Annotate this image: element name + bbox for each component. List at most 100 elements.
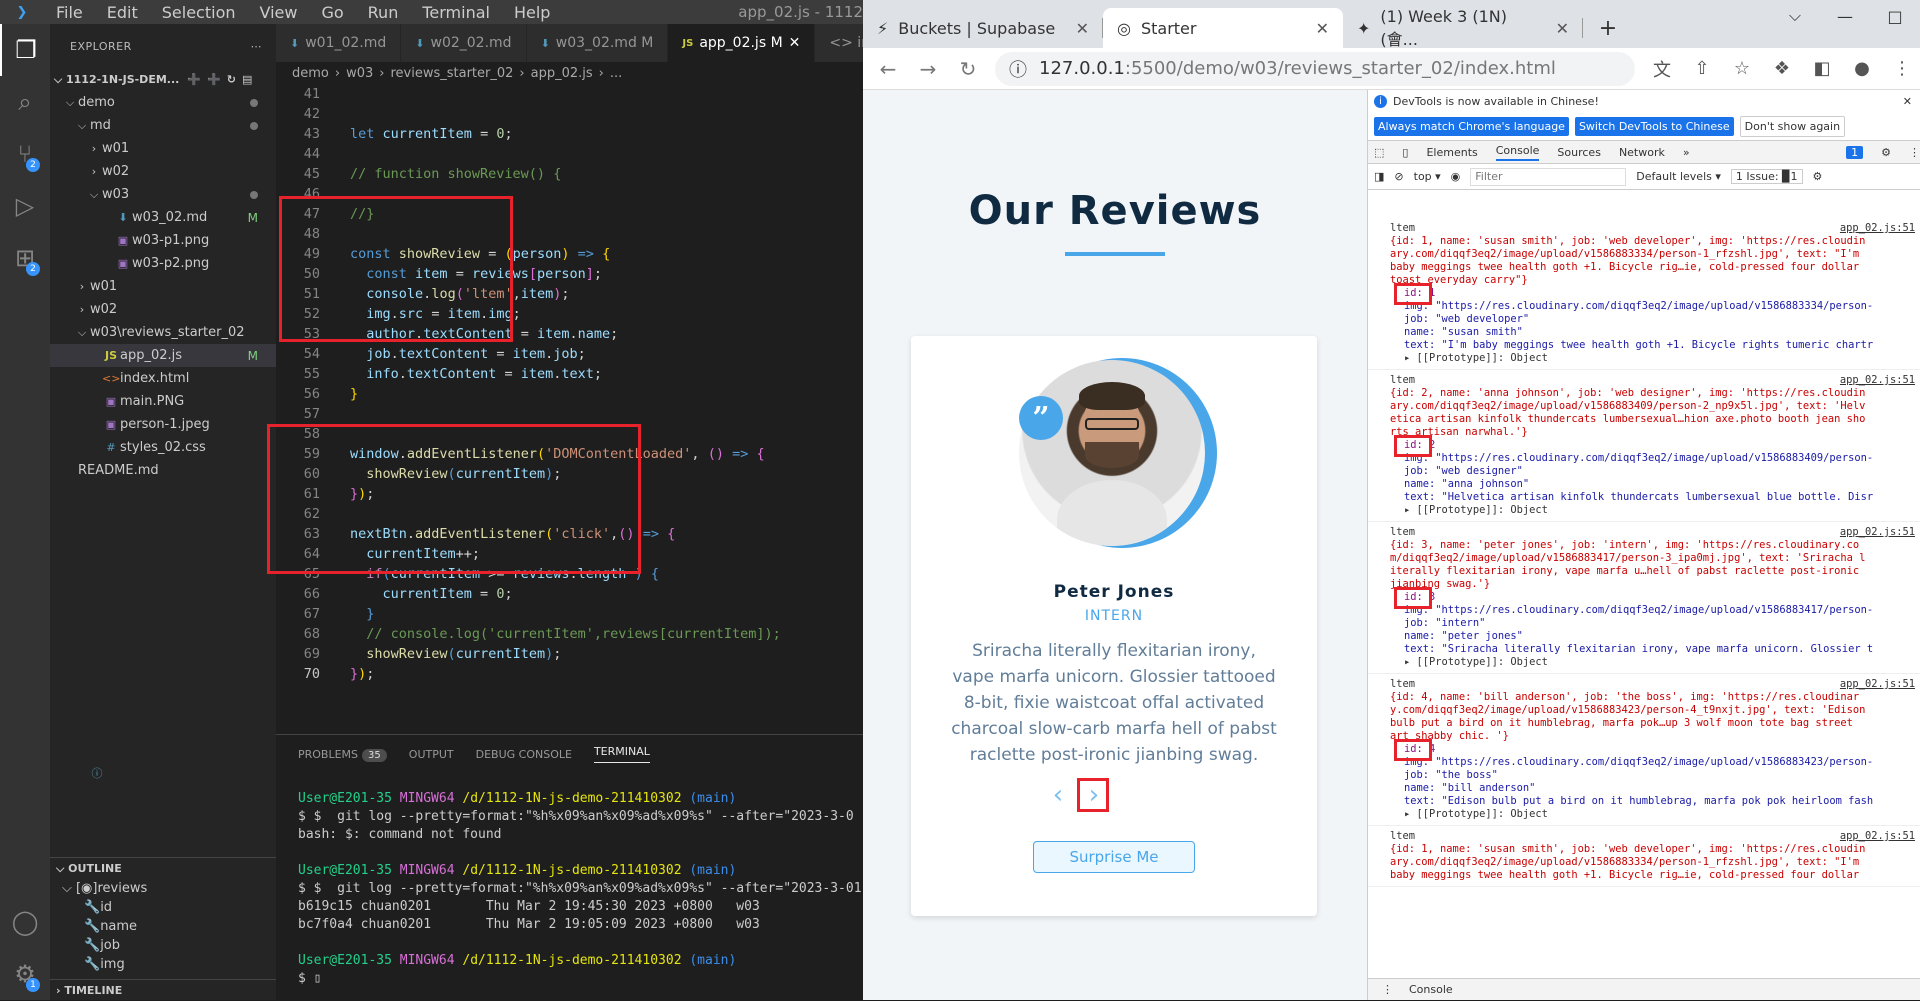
tree-item[interactable]: ⌵ w03 — [50, 183, 276, 206]
prev-button[interactable]: ‹ — [1043, 780, 1073, 810]
filter-input[interactable]: Filter — [1470, 167, 1627, 186]
console-source-link[interactable]: app_02.js:51 — [1840, 526, 1915, 538]
console-message[interactable]: ltem app_02.js:51 {id: 1, name: 'susan smi… — [1368, 218, 1920, 370]
tree-item[interactable]: # styles_02.css — [50, 436, 276, 459]
menu-item-selection[interactable]: Selection — [150, 3, 248, 22]
editor-tab-overflow[interactable]: <> ir — [815, 24, 863, 62]
explorer-toolbar-icons[interactable]: ➕➕↻▤ — [187, 73, 258, 86]
sidebar-toggle-icon[interactable]: ◨ — [1374, 170, 1384, 183]
tree-item[interactable]: ⬇ w03_02.md M — [50, 206, 276, 229]
console-message[interactable]: ltem app_02.js:51 {id: 2, name: 'anna john… — [1368, 370, 1920, 522]
settings-gear-icon[interactable]: ⚙ 1 — [0, 948, 50, 1000]
breadcrumb-item[interactable]: ... — [610, 66, 622, 81]
clear-console-icon[interactable]: ⊘ — [1394, 170, 1403, 183]
dont-show-again-button[interactable]: Don't show again — [1739, 115, 1846, 137]
back-icon[interactable]: ← — [875, 57, 901, 81]
settings-icon[interactable]: ⚙ — [1881, 146, 1891, 159]
devtools-tab-2[interactable]: Sources — [1557, 146, 1601, 159]
console-messages[interactable]: ltem app_02.js:51 {id: 1, name: 'susan smi… — [1368, 218, 1920, 978]
surprise-button[interactable]: Surprise Me — [1033, 841, 1195, 873]
extensions-puzzle-icon[interactable]: ❖ — [1769, 58, 1795, 79]
tree-item[interactable]: ▣ w03-p1.png — [50, 229, 276, 252]
tree-item[interactable]: ▣ main.PNG — [50, 390, 276, 413]
close-icon[interactable]: ✕ — [789, 35, 801, 51]
tab-terminal[interactable]: TERMINAL — [593, 745, 650, 763]
console-source-link[interactable]: app_02.js:51 — [1840, 374, 1915, 386]
close-tab-icon[interactable]: ✕ — [1076, 19, 1089, 38]
search-icon[interactable]: ⌕ — [0, 76, 50, 128]
breadcrumb-item[interactable]: reviews_starter_02 — [390, 66, 513, 81]
tab-output[interactable]: OUTPUT — [409, 748, 454, 761]
tab-search-icon[interactable]: ⌵ — [1770, 0, 1820, 32]
tab-debug-console[interactable]: DEBUG CONSOLE — [476, 748, 572, 761]
menu-item-run[interactable]: Run — [356, 3, 411, 22]
tree-item[interactable]: <> index.html — [50, 367, 276, 390]
browser-tab[interactable]: ◎ Starter ✕ — [1103, 8, 1343, 48]
tree-item[interactable]: ⌵ md — [50, 114, 276, 137]
tree-item[interactable]: ⌵ w03\reviews_starter_02 — [50, 321, 276, 344]
tree-item[interactable]: JS app_02.js M — [50, 344, 276, 367]
minimize-icon[interactable]: — — [1820, 0, 1870, 32]
more-icon[interactable]: ⋮ — [1909, 146, 1920, 159]
breadcrumb-item[interactable]: app_02.js — [531, 66, 593, 81]
editor-tab[interactable]: ⬇ w02_02.md — [401, 24, 527, 62]
outline-item[interactable]: 🔧 name — [50, 917, 276, 936]
issues-button[interactable]: 1 Issue: ▉1 — [1730, 169, 1803, 184]
outline-item[interactable]: 🔧 id — [50, 898, 276, 917]
menu-item-view[interactable]: View — [248, 3, 310, 22]
run-debug-icon[interactable]: ▷ — [0, 180, 50, 232]
console-source-link[interactable]: app_02.js:51 — [1840, 830, 1915, 842]
always-match-language-button[interactable]: Always match Chrome's language — [1374, 116, 1569, 136]
editor-tab[interactable]: ⬇ w03_02.md M — [526, 24, 669, 62]
side-panel-icon[interactable]: ◧ — [1809, 58, 1835, 79]
maximize-icon[interactable]: □ — [1870, 0, 1920, 32]
tab-problems[interactable]: PROBLEMS 35 — [298, 748, 387, 762]
console-settings-icon[interactable]: ⚙ — [1813, 170, 1823, 183]
console-message[interactable]: ltem app_02.js:51 {id: 1, name: 'susan smi… — [1368, 826, 1920, 887]
new-tab-icon[interactable]: + — [1583, 8, 1633, 48]
device-toolbar-icon[interactable]: ▯ — [1402, 146, 1408, 159]
menu-item-terminal[interactable]: Terminal — [410, 3, 502, 22]
more-actions-icon[interactable]: ⋯ — [251, 40, 263, 53]
account-icon[interactable]: ◯ — [0, 896, 50, 948]
editor-tab[interactable]: ⬇ w01_02.md — [276, 24, 402, 62]
devtools-tab-0[interactable]: Elements — [1426, 146, 1477, 159]
profile-icon[interactable]: ● — [1849, 58, 1875, 79]
breadcrumb-item[interactable]: demo — [292, 66, 329, 81]
console-source-link[interactable]: app_02.js:51 — [1840, 678, 1915, 690]
outline-header[interactable]: ⌵ OUTLINE — [50, 857, 276, 879]
tree-item[interactable]: ▣ person-1.jpeg — [50, 413, 276, 436]
browser-tab[interactable]: ✦ (1) Week 3 (1N) (會... ✕ — [1343, 7, 1583, 49]
browser-tab[interactable]: ⚡ Buckets | Supabase ✕ — [863, 8, 1103, 48]
reload-icon[interactable]: ↻ — [955, 57, 981, 81]
console-source-link[interactable]: app_02.js:51 — [1840, 222, 1915, 234]
levels-select[interactable]: Default levels ▾ — [1636, 170, 1721, 183]
message-count-badge[interactable]: 1 — [1846, 145, 1864, 159]
share-icon[interactable]: ⇧ — [1689, 58, 1715, 79]
editor-tab[interactable]: JS app_02.js M ✕ — [668, 24, 816, 62]
workspace-root[interactable]: ⌵ 1112-1N-JS-DEM... ➕➕↻▤ — [50, 68, 276, 91]
url-field[interactable]: ⓘ 127.0.0.1:5500/demo/w03/reviews_starte… — [995, 51, 1635, 86]
menu-item-edit[interactable]: Edit — [95, 3, 150, 22]
site-info-icon[interactable]: ⓘ — [1009, 56, 1027, 82]
devtools-tab-3[interactable]: Network — [1619, 146, 1665, 159]
inspect-icon[interactable]: ⬚ — [1374, 146, 1384, 159]
close-icon[interactable]: ✕ — [1903, 95, 1912, 108]
forward-icon[interactable]: → — [915, 57, 941, 81]
eye-icon[interactable]: ◉ — [1451, 170, 1461, 183]
menu-kebab-icon[interactable]: ⋮ — [1889, 58, 1915, 79]
menu-item-go[interactable]: Go — [309, 3, 355, 22]
outline-item[interactable]: 🔧 img — [50, 955, 276, 974]
code-editor[interactable]: 41 42 43 let currentItem = 0; 44 45 // functio… — [267, 84, 863, 734]
tree-item[interactable]: › w01 — [50, 137, 276, 160]
terminal-output[interactable]: User@E201-35 MINGW64 /d/1112-1N-js-demo-… — [276, 773, 863, 989]
kebab-icon[interactable]: ⋮ — [1382, 983, 1393, 996]
devtools-tab-1[interactable]: Console — [1495, 144, 1540, 161]
breadcrumb-item[interactable]: w03 — [346, 66, 373, 81]
extensions-icon[interactable]: ⊞ 2 — [0, 232, 50, 284]
devtools-tab-4[interactable]: » — [1683, 146, 1690, 159]
console-message[interactable]: ltem app_02.js:51 {id: 3, name: 'peter jon… — [1368, 522, 1920, 674]
tree-item[interactable]: › w02 — [50, 160, 276, 183]
tree-item[interactable]: ⌵ demo — [50, 91, 276, 114]
tree-item[interactable]: › w01 — [50, 275, 276, 298]
